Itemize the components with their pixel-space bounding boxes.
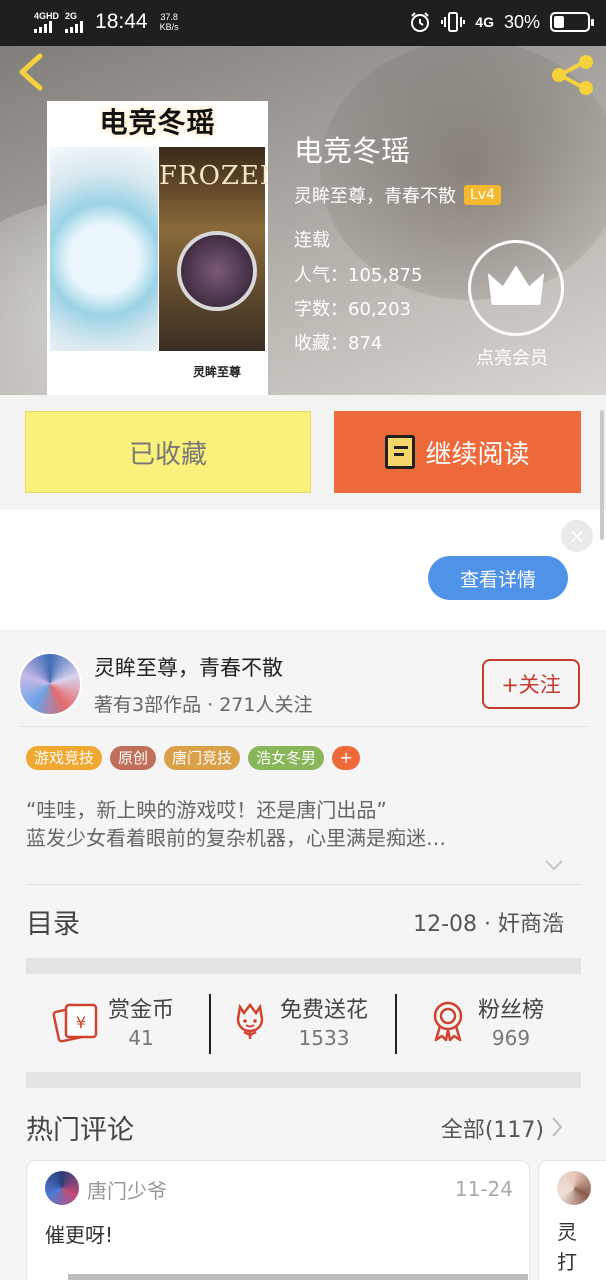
comment-card[interactable]: 唐门少爷 11-24 催更呀! — [26, 1160, 530, 1280]
svg-text:¥: ¥ — [76, 1013, 86, 1032]
tag-list: 游戏竞技 原创 唐门竞技 浩女冬男 + — [26, 746, 361, 770]
comment-text: 灵 打 — [557, 1217, 577, 1277]
reward-coin-icon: ¥ — [52, 1003, 98, 1043]
chevron-right-icon[interactable] — [550, 1116, 564, 1138]
section-divider — [26, 958, 581, 974]
vibrate-icon — [441, 12, 466, 32]
author-avatar[interactable] — [18, 652, 82, 716]
book-title: 电竞冬瑶 — [294, 134, 411, 168]
cover-author-art: 灵眸至尊 — [193, 365, 242, 379]
tag-item[interactable]: 浩女冬男 — [248, 746, 325, 770]
fans-value: 969 — [491, 1026, 531, 1050]
toc-title[interactable]: 目录 — [26, 902, 80, 941]
tag-item[interactable]: 游戏竞技 — [26, 746, 103, 770]
book-favorites: 收藏：874 — [294, 333, 383, 354]
comment-date: 11-24 — [454, 1177, 513, 1201]
book-popularity: 人气：105,875 — [294, 265, 423, 286]
toc-latest[interactable]: 12-08 · 奸商浩 — [413, 906, 564, 938]
signal-1: 4GHD — [34, 10, 60, 33]
add-tag-button[interactable]: + — [332, 746, 361, 770]
tag-item[interactable]: 唐门竞技 — [164, 746, 241, 770]
collected-button[interactable]: 已收藏 — [25, 411, 311, 493]
view-details-button[interactable]: 查看详情 — [428, 556, 568, 600]
fans-label: 粉丝榜 — [478, 998, 545, 1023]
reward-label: 赏金币 — [108, 998, 175, 1023]
comment-text: 催更呀! — [45, 1223, 114, 1247]
network-label: 4GHD — [34, 10, 60, 21]
support-tools: ¥ 赏金币 41 免费送花 1533 粉丝榜 969 — [26, 974, 581, 1074]
all-comments-link[interactable]: 全部(117) — [441, 1112, 544, 1144]
cover-ornament — [177, 231, 257, 311]
book-author[interactable]: 灵眸至尊，青春不散 — [294, 182, 456, 208]
hot-comments-title: 热门评论 — [26, 1115, 134, 1146]
fans-ranking[interactable]: 粉丝榜 969 — [428, 992, 544, 1050]
book-icon — [385, 435, 416, 469]
alarm-icon — [411, 12, 430, 32]
action-bar: 已收藏 继续阅读 — [0, 395, 606, 510]
divider — [26, 884, 581, 885]
cover-title-art: 电竞冬瑶 — [99, 106, 216, 139]
book-intro[interactable]: “哇哇，新上映的游戏哎！还是唐门出品” 蓝发少女看着眼前的复杂机器，心里满是痴迷… — [26, 796, 446, 852]
follow-button[interactable]: +关注 — [482, 659, 580, 709]
comment-avatar[interactable] — [557, 1171, 591, 1205]
book-header: 4GHD 2G 18:44 37.8 KB/s 4G 30% 电竞冬瑶 FROZ… — [0, 0, 606, 395]
continue-read-button[interactable]: 继续阅读 — [334, 411, 581, 493]
vip-label[interactable]: 点亮会员 — [476, 344, 548, 370]
comment-text-partial: 打 — [557, 1250, 577, 1274]
book-author-line: 灵眸至尊，青春不散 Lv4 — [294, 182, 501, 208]
intro-line: “哇哇，新上映的游戏哎！还是唐门出品” — [26, 798, 387, 822]
back-button[interactable] — [14, 52, 50, 92]
reward-coins[interactable]: ¥ 赏金币 41 — [52, 992, 174, 1050]
comment-card[interactable]: 灵 打 — [538, 1160, 606, 1280]
signal-2: 2G — [65, 10, 84, 33]
free-flower[interactable]: 免费送花 1533 — [230, 992, 368, 1050]
comment-user[interactable]: 唐门少爷 — [87, 1175, 167, 1204]
tool-separator — [395, 994, 397, 1054]
chevron-down-icon[interactable] — [544, 858, 564, 872]
carousel-indicator — [68, 1274, 528, 1280]
book-words: 字数：60,203 — [294, 299, 411, 320]
share-button[interactable] — [550, 54, 596, 96]
continue-read-label: 继续阅读 — [425, 439, 530, 470]
status-bar: 4GHD 2G 18:44 37.8 KB/s 4G 30% — [0, 0, 606, 46]
comment-avatar[interactable] — [45, 1171, 79, 1205]
speed-unit: KB/s — [159, 22, 179, 32]
divider — [18, 726, 588, 727]
comment-text-partial: 灵 — [557, 1220, 577, 1244]
battery-icon — [550, 12, 594, 32]
battery-percent: 30% — [503, 11, 540, 32]
flower-value: 1533 — [298, 1026, 350, 1050]
medal-icon — [433, 1001, 463, 1042]
reward-value: 41 — [128, 1026, 154, 1050]
flower-label: 免费送花 — [280, 998, 369, 1023]
signal-bars-icon — [65, 20, 84, 33]
book-status: 连载 — [294, 230, 330, 251]
network-label: 2G — [65, 10, 78, 21]
crown-icon[interactable] — [468, 240, 564, 336]
cover-art-text: FROZEN — [159, 161, 268, 191]
network-speed: 37.8 KB/s — [160, 12, 179, 32]
book-cover[interactable]: 电竞冬瑶 FROZEN 灵眸至尊 — [47, 101, 268, 395]
tag-item[interactable]: 原创 — [110, 746, 157, 770]
flower-icon — [236, 1002, 264, 1039]
ad-banner: × 查看详情 — [0, 510, 606, 630]
close-icon[interactable]: × — [561, 520, 593, 552]
signal-bars-icon — [34, 20, 52, 33]
level-badge: Lv4 — [464, 185, 501, 205]
author-meta: 著有3部作品 · 271人关注 — [94, 694, 313, 716]
speed-value: 37.8 — [160, 12, 178, 22]
cover-illustration-left — [50, 147, 158, 351]
chevron-right-icon[interactable] — [550, 911, 564, 933]
tool-separator — [209, 994, 211, 1054]
network-type: 4G — [475, 14, 494, 30]
status-time: 18:44 — [95, 10, 148, 33]
author-name[interactable]: 灵眸至尊，青春不散 — [94, 652, 283, 682]
section-divider — [26, 1072, 581, 1088]
intro-line: 蓝发少女看着眼前的复杂机器，心里满是痴迷… — [26, 826, 446, 850]
scrollbar[interactable] — [600, 410, 604, 540]
author-card: 灵眸至尊，青春不散 著有3部作品 · 271人关注 +关注 游戏竞技 原创 唐门… — [0, 632, 606, 1280]
